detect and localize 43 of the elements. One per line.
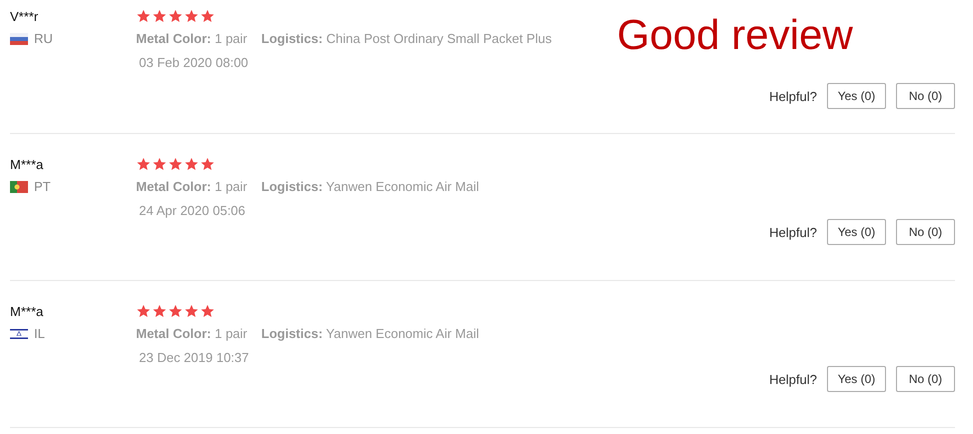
yes-button[interactable]: Yes (0) bbox=[827, 219, 886, 245]
metal-color-attribute: Metal Color: 1 pair bbox=[136, 326, 248, 341]
star-icon bbox=[152, 157, 167, 171]
logistics-attribute: Logistics: Yanwen Economic Air Mail bbox=[261, 179, 479, 194]
helpful-label: Helpful? bbox=[769, 88, 817, 104]
logistics-attribute: Logistics: China Post Ordinary Small Packet Plus bbox=[261, 31, 552, 46]
yes-button[interactable]: Yes (0) bbox=[827, 366, 886, 392]
logistics-attribute: Logistics: Yanwen Economic Air Mail bbox=[261, 326, 479, 341]
star-icon bbox=[184, 157, 199, 171]
star-icon bbox=[152, 9, 167, 23]
metal-color-attribute: Metal Color: 1 pair bbox=[136, 179, 248, 194]
star-icon bbox=[152, 304, 167, 318]
star-icon bbox=[136, 304, 151, 318]
star-icon bbox=[200, 304, 215, 318]
star-icon bbox=[184, 9, 199, 23]
yes-button[interactable]: Yes (0) bbox=[827, 83, 886, 109]
helpful-label: Helpful? bbox=[769, 224, 817, 240]
star-icon bbox=[168, 157, 183, 171]
country-code: RU bbox=[34, 31, 53, 46]
star-icon bbox=[200, 9, 215, 23]
no-button[interactable]: No (0) bbox=[896, 83, 955, 109]
star-icon bbox=[184, 304, 199, 318]
metal-color-attribute: Metal Color: 1 pair bbox=[136, 31, 248, 46]
helpful-label: Helpful? bbox=[769, 372, 817, 386]
star-icon bbox=[136, 157, 151, 171]
star-icon bbox=[168, 9, 183, 23]
star-icon bbox=[136, 9, 151, 23]
star-icon bbox=[200, 157, 215, 171]
reviewer-name: M***a bbox=[10, 157, 44, 172]
reviewer-name: V***r bbox=[10, 9, 40, 24]
flag-icon bbox=[10, 32, 28, 44]
review-date: 24 Apr 2020 05:06 bbox=[139, 203, 246, 218]
country-code: PT bbox=[34, 179, 51, 194]
no-button[interactable]: No (0) bbox=[896, 219, 955, 245]
review-date: 23 Dec 2019 10:37 bbox=[139, 350, 249, 365]
flag-icon bbox=[10, 328, 28, 340]
annotation-text: Good review bbox=[617, 12, 853, 58]
no-button[interactable]: No (0) bbox=[896, 366, 955, 392]
reviewer-name: M***a bbox=[10, 304, 44, 319]
review-date: 03 Feb 2020 08:00 bbox=[139, 55, 248, 70]
star-icon bbox=[168, 304, 183, 318]
flag-icon bbox=[10, 180, 28, 192]
country-code: IL bbox=[34, 326, 45, 341]
